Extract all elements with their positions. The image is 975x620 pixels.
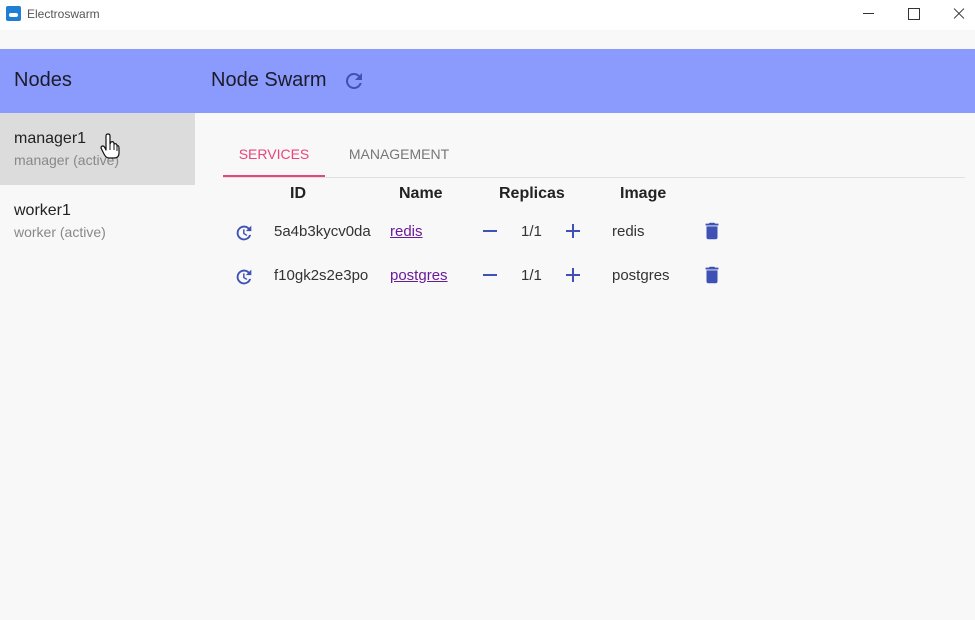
- minus-icon: [483, 230, 497, 232]
- service-name-link[interactable]: postgres: [390, 267, 448, 284]
- column-header-name: Name: [399, 185, 443, 202]
- sidebar-header: Nodes: [14, 69, 72, 91]
- app-icon: [6, 6, 21, 21]
- column-header-id: ID: [290, 185, 306, 202]
- plus-icon: [566, 268, 580, 282]
- window-title: Electroswarm: [27, 7, 100, 21]
- delete-icon: [705, 266, 719, 284]
- minimize-button[interactable]: [845, 0, 891, 30]
- increase-replicas-button[interactable]: [562, 264, 584, 286]
- node-name: worker1: [14, 202, 71, 219]
- service-id: 5a4b3kycv0da: [274, 223, 371, 240]
- replica-count: 1/1: [521, 223, 542, 240]
- decrease-replicas-button[interactable]: [479, 220, 501, 242]
- column-header-image: Image: [620, 185, 667, 202]
- sidebar-item-worker1[interactable]: worker1 worker (active): [0, 185, 195, 257]
- window-titlebar: Electroswarm: [0, 0, 975, 30]
- service-image: postgres: [612, 267, 670, 284]
- hand-cursor-icon: [100, 133, 120, 159]
- refresh-button[interactable]: [342, 69, 366, 93]
- service-image: redis: [612, 223, 645, 240]
- app-bar: Nodes Node Swarm: [0, 49, 975, 113]
- service-id: f10gk2s2e3po: [274, 267, 369, 284]
- decrease-replicas-button[interactable]: [479, 264, 501, 286]
- maximize-button[interactable]: [890, 0, 936, 30]
- sidebar-item-manager1[interactable]: manager1 manager (active): [0, 113, 195, 185]
- refresh-icon: [345, 72, 362, 89]
- table-row: f10gk2s2e3po postgres 1/1 postgres: [223, 256, 743, 296]
- tab-management[interactable]: MANAGEMENT: [333, 130, 465, 177]
- delete-service-button[interactable]: [701, 264, 723, 286]
- restart-button[interactable]: [233, 266, 255, 288]
- sidebar: manager1 manager (active) worker1 worker…: [0, 113, 195, 620]
- increase-replicas-button[interactable]: [562, 220, 584, 242]
- restart-icon: [236, 269, 252, 285]
- plus-icon: [566, 224, 580, 238]
- close-button[interactable]: [935, 0, 975, 30]
- delete-icon: [705, 222, 719, 240]
- node-status: worker (active): [14, 224, 106, 240]
- tab-bar: SERVICES MANAGEMENT: [223, 130, 965, 178]
- tab-services[interactable]: SERVICES: [223, 130, 325, 177]
- service-name-link[interactable]: redis: [390, 223, 423, 240]
- page-title: Node Swarm: [211, 69, 327, 91]
- node-name: manager1: [14, 130, 87, 147]
- table-row: 5a4b3kycv0da redis 1/1 redis: [223, 212, 743, 252]
- minus-icon: [483, 274, 497, 276]
- column-header-replicas: Replicas: [499, 185, 565, 202]
- replica-count: 1/1: [521, 267, 542, 284]
- delete-service-button[interactable]: [701, 220, 723, 242]
- restart-icon: [236, 225, 252, 241]
- restart-button[interactable]: [233, 222, 255, 244]
